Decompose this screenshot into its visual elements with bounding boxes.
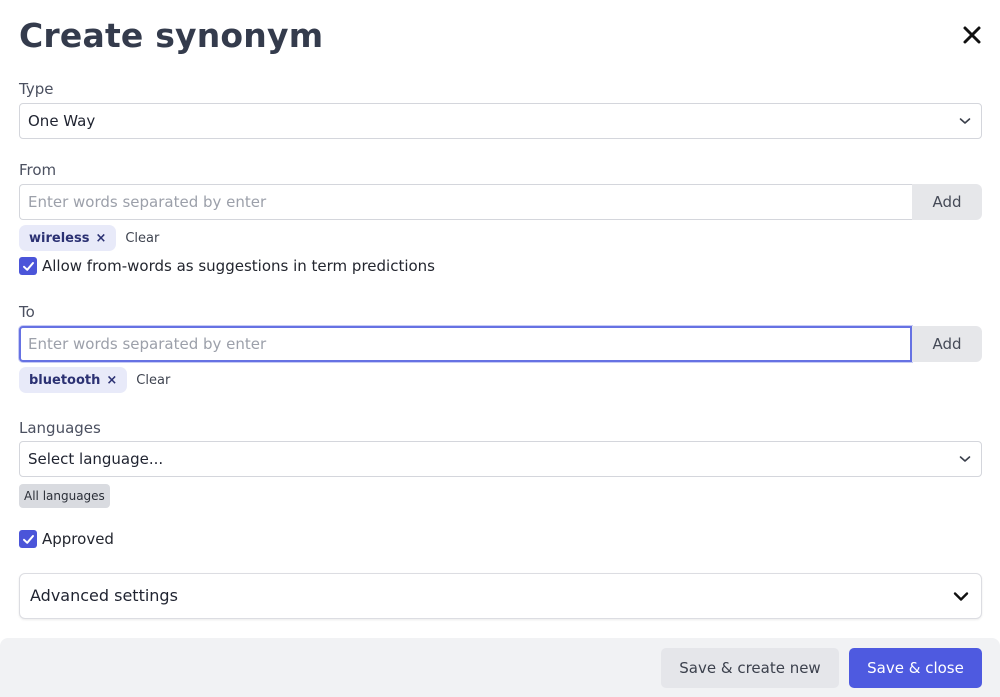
chevron-down-icon bbox=[953, 592, 969, 601]
languages-label: Languages bbox=[19, 419, 101, 437]
advanced-settings-label: Advanced settings bbox=[30, 586, 178, 605]
allow-suggestions-checkbox-row[interactable]: Allow from-words as suggestions in term … bbox=[19, 257, 435, 275]
dialog-title: Create synonym bbox=[19, 16, 324, 55]
allow-suggestions-label: Allow from-words as suggestions in term … bbox=[42, 257, 435, 275]
to-tag: bluetooth × bbox=[19, 367, 128, 393]
type-select[interactable]: One Way bbox=[19, 103, 982, 139]
to-add-button[interactable]: Add bbox=[912, 326, 982, 362]
to-tags: bluetooth × Clear bbox=[19, 367, 170, 393]
remove-tag-icon[interactable]: × bbox=[95, 231, 106, 246]
languages-select[interactable]: Select language... bbox=[19, 441, 982, 477]
from-tag: wireless × bbox=[19, 225, 117, 251]
approved-checkbox-row[interactable]: Approved bbox=[19, 530, 114, 548]
create-synonym-dialog: Create synonym Type One Way From Add wir… bbox=[0, 0, 1000, 697]
to-input[interactable] bbox=[19, 326, 912, 362]
from-input-group: Add bbox=[19, 184, 982, 220]
tag-text: wireless bbox=[29, 230, 90, 246]
chevron-down-icon bbox=[959, 456, 971, 462]
from-add-button[interactable]: Add bbox=[912, 184, 982, 220]
save-create-new-button[interactable]: Save & create new bbox=[661, 648, 839, 688]
approved-checkbox[interactable] bbox=[19, 530, 37, 548]
type-select-value: One Way bbox=[28, 112, 96, 130]
advanced-settings-accordion[interactable]: Advanced settings bbox=[19, 573, 982, 619]
from-label: From bbox=[19, 161, 57, 179]
checkmark-icon bbox=[22, 261, 34, 271]
chevron-down-icon bbox=[959, 118, 971, 124]
from-clear-link[interactable]: Clear bbox=[125, 231, 159, 246]
to-clear-link[interactable]: Clear bbox=[136, 373, 170, 388]
checkmark-icon bbox=[22, 534, 34, 544]
remove-tag-icon[interactable]: × bbox=[106, 373, 117, 388]
to-input-group: Add bbox=[19, 326, 982, 362]
from-tags: wireless × Clear bbox=[19, 225, 159, 251]
languages-select-placeholder: Select language... bbox=[28, 450, 164, 468]
all-languages-chip: All languages bbox=[19, 484, 110, 508]
save-close-button[interactable]: Save & close bbox=[849, 648, 982, 688]
approved-label: Approved bbox=[42, 530, 114, 548]
type-label: Type bbox=[19, 80, 54, 98]
close-icon bbox=[963, 26, 981, 44]
to-label: To bbox=[19, 303, 35, 321]
close-button[interactable] bbox=[958, 21, 986, 49]
from-input[interactable] bbox=[19, 184, 912, 220]
tag-text: bluetooth bbox=[29, 372, 101, 388]
allow-suggestions-checkbox[interactable] bbox=[19, 257, 37, 275]
